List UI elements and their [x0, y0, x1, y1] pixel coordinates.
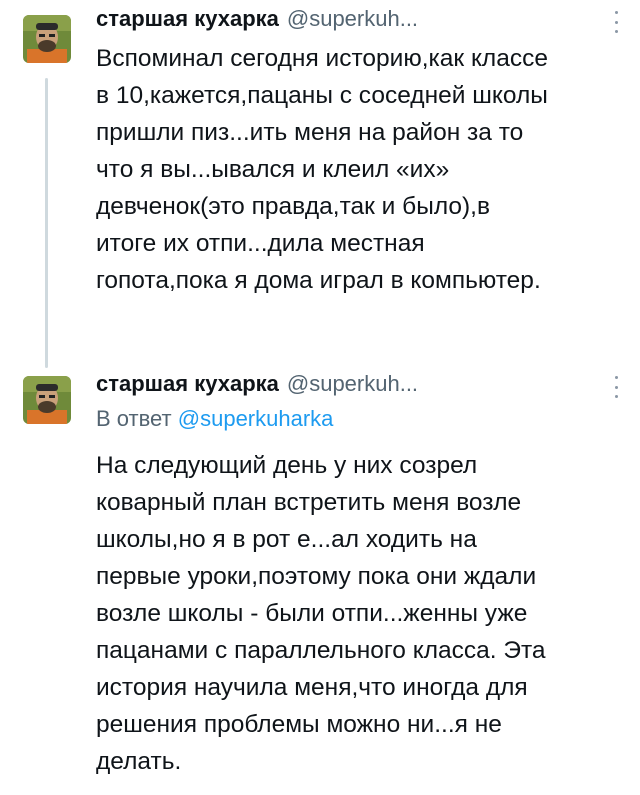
- tweet-text-line: первые уроки,поэтому пока они ждали: [96, 563, 537, 590]
- tweet-text-line: возле школы - были отпи...женны уже: [96, 600, 528, 627]
- tweet-text-line: что я вы...ывался и клеил «их»: [96, 156, 450, 183]
- reply-prefix: В ответ: [96, 406, 172, 431]
- tweet-text-line: пришли пиз...ить меня на район за то: [96, 119, 524, 146]
- avatar[interactable]: [23, 376, 71, 424]
- avatar[interactable]: [23, 15, 71, 63]
- more-options-icon[interactable]: [614, 376, 618, 398]
- avatar-image: [23, 15, 71, 63]
- tweet-text-line: итоге их отпи...дила местная: [96, 230, 425, 257]
- avatar-image: [23, 376, 71, 424]
- tweet-text-line: На следующий день у них созрел: [96, 452, 478, 479]
- tweet-text-line: девченок(это правда,так и было),в: [96, 193, 490, 220]
- reply-to: В ответ @superkuharka: [96, 406, 333, 432]
- tweet-text-line: коварный план встретить меня возле: [96, 489, 522, 516]
- tweet-text-line: школы,но я в рот е...ал ходить на: [96, 526, 477, 553]
- tweet-text-line: гопота,пока я дома играл в компьютер.: [96, 267, 541, 294]
- author-name[interactable]: старшая кухарка: [96, 6, 279, 32]
- tweet-1-header: старшая кухарка @superkuh...: [96, 4, 620, 34]
- reply-mention-link[interactable]: @superkuharka: [178, 406, 334, 431]
- author-handle[interactable]: @superkuh...: [287, 6, 418, 32]
- tweet-2-header: старшая кухарка @superkuh...: [96, 369, 620, 399]
- author-handle[interactable]: @superkuh...: [287, 371, 418, 397]
- tweet-1-text: Вспоминал сегодня историю,как классе в 1…: [96, 40, 626, 299]
- tweet-text-line: история научила меня,что иногда для: [96, 674, 528, 701]
- more-options-icon[interactable]: [614, 11, 618, 33]
- thread-line: [45, 78, 48, 368]
- tweet-text-line: Вспоминал сегодня историю,как классе: [96, 45, 548, 72]
- tweet-text-line: делать.: [96, 748, 182, 775]
- tweet-2-text: На следующий день у них созрел коварный …: [96, 447, 626, 780]
- tweet-text-line: пацанами с параллельного класса. Эта: [96, 637, 546, 664]
- tweet-text-line: решения проблемы можно ни...я не: [96, 711, 502, 738]
- author-name[interactable]: старшая кухарка: [96, 371, 279, 397]
- tweet-text-line: в 10,кажется,пацаны с соседней школы: [96, 82, 548, 109]
